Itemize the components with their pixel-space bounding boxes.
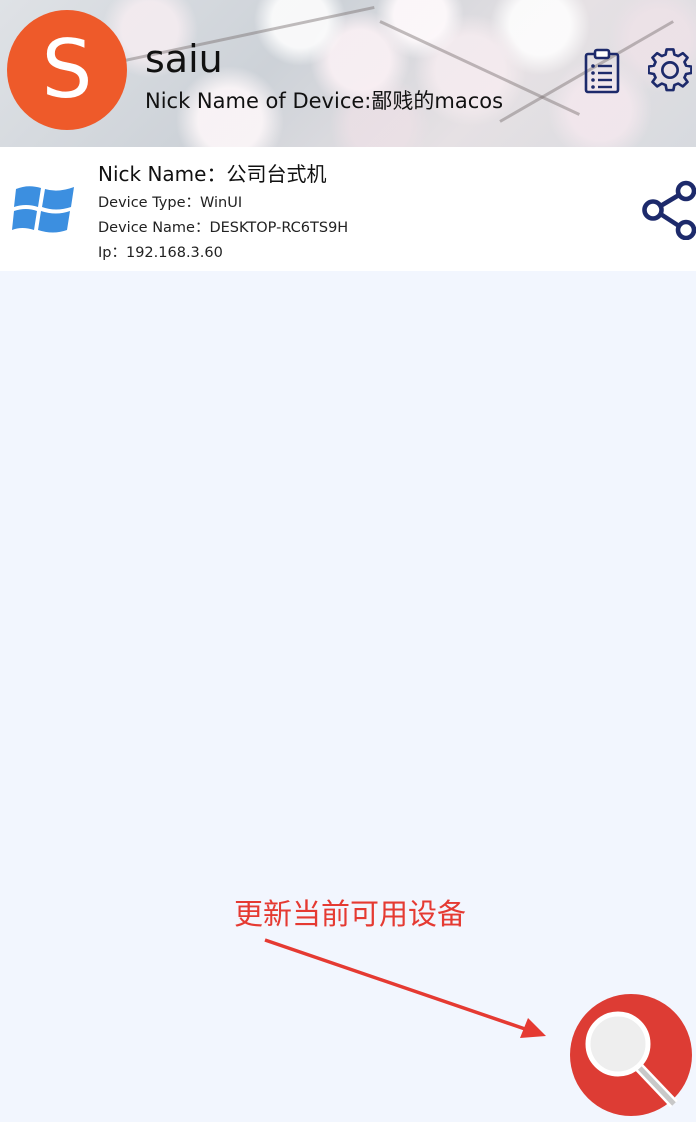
device-type: Device Type：WinUI <box>98 195 243 211</box>
windows-logo-icon <box>12 186 74 233</box>
share-icon <box>642 180 696 240</box>
device-nickname: Nick Name of Device:鄙贱的macos <box>145 89 504 113</box>
avatar-letter: S <box>41 23 93 116</box>
device-name: Device Name：DESKTOP-RC6TS9H <box>98 220 349 236</box>
annotation-label: 更新当前可用设备 <box>234 897 467 931</box>
settings-button[interactable] <box>648 46 692 96</box>
clipboard-list-icon <box>584 48 620 94</box>
gear-icon <box>648 48 692 92</box>
search-icon <box>585 1011 678 1108</box>
refresh-devices-button[interactable] <box>570 994 692 1116</box>
username: saiu <box>145 37 223 81</box>
device-ip: Ip：192.168.3.60 <box>98 245 223 261</box>
device-nick-name: Nick Name：公司台式机 <box>98 162 327 186</box>
share-button[interactable] <box>640 180 696 240</box>
clipboard-button[interactable] <box>580 46 624 96</box>
avatar[interactable]: S <box>7 10 127 130</box>
